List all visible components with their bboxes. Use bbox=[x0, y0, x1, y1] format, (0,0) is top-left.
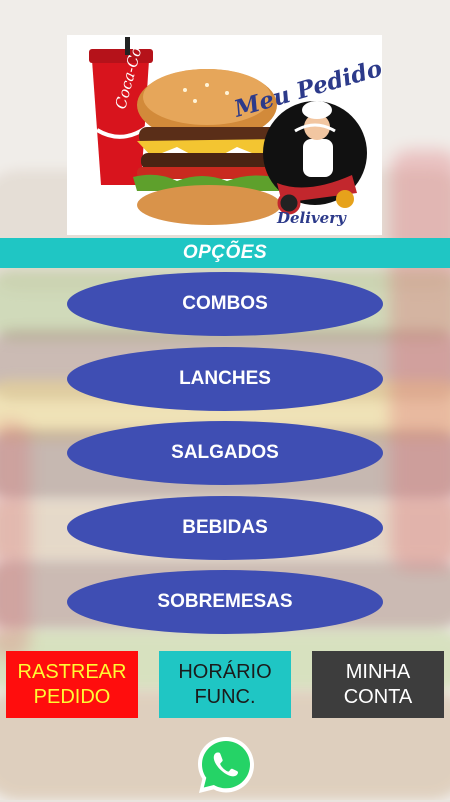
svg-text:Delivery: Delivery bbox=[276, 209, 347, 227]
lanches-button[interactable]: LANCHES bbox=[67, 347, 383, 411]
bebidas-button[interactable]: BEBIDAS bbox=[67, 496, 383, 560]
whatsapp-icon[interactable] bbox=[194, 733, 258, 797]
options-title: OPÇÕES bbox=[182, 242, 268, 263]
delivery-chef-icon bbox=[263, 101, 367, 215]
salgados-button[interactable]: SALGADOS bbox=[67, 421, 383, 485]
my-account-button[interactable]: MINHA CONTA bbox=[312, 651, 444, 718]
options-header: OPÇÕES bbox=[0, 238, 450, 268]
combos-button[interactable]: COMBOS bbox=[67, 272, 383, 336]
opening-hours-button[interactable]: HORÁRIO FUNC. bbox=[159, 651, 291, 718]
sobremesas-button[interactable]: SOBREMESAS bbox=[67, 570, 383, 634]
track-order-button[interactable]: RASTREAR PEDIDO bbox=[6, 651, 138, 718]
app-logo: Coca-Cola Meu Pedido Já Deliver bbox=[67, 35, 382, 235]
